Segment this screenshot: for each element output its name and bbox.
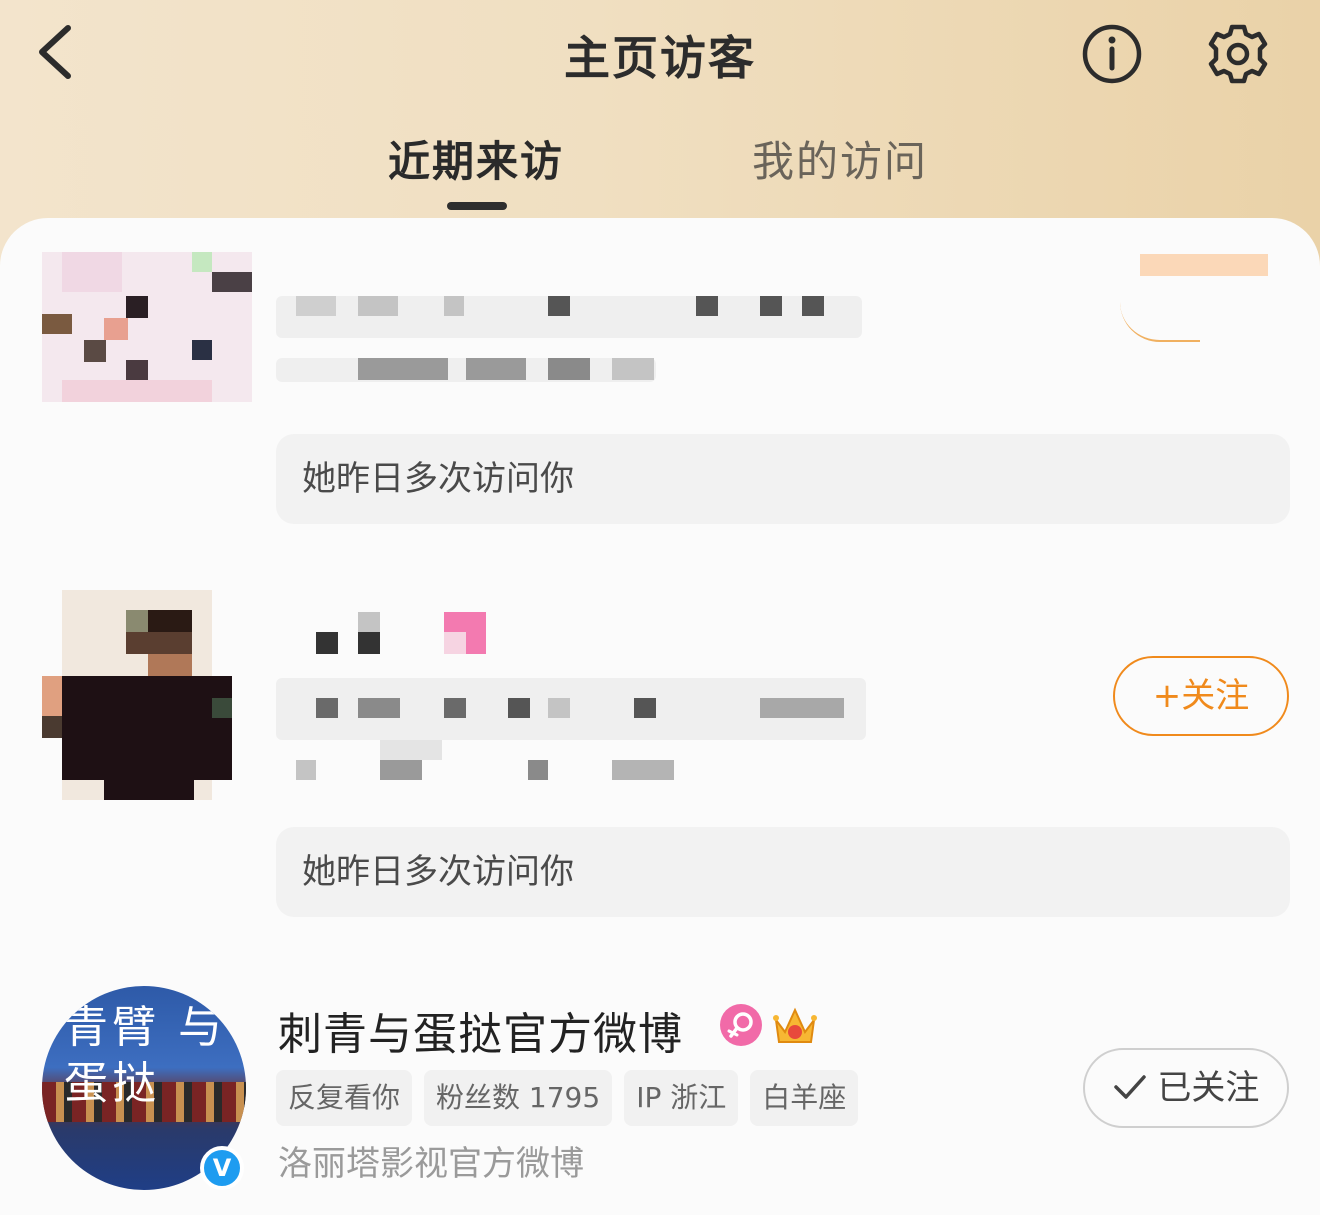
redaction-mosaic [548,698,570,718]
follow-button[interactable]: +关注 [1113,656,1289,736]
info-icon [1082,24,1142,84]
redaction-mosaic [296,760,316,780]
redaction-mosaic [548,296,570,316]
redaction-mosaic [612,760,674,780]
tag-followers: 粉丝数 1795 [424,1070,613,1126]
tag-repeat-view: 反复看你 [276,1070,413,1126]
visitor-name[interactable]: 刺青与蛋挞官方微博 [278,998,683,1062]
redaction-mosaic [358,632,380,654]
redaction-mosaic [444,296,464,316]
settings-button[interactable] [1204,20,1272,88]
redaction-mosaic [358,358,448,380]
redaction-mosaic [612,358,654,380]
checkmark-icon [1113,1075,1146,1099]
avatar-pixelated[interactable] [42,590,252,800]
redaction-mosaic [696,296,718,316]
redaction-mosaic [802,296,824,316]
redaction-mosaic [548,358,590,380]
crown-badge-icon [772,1002,818,1048]
visit-note: 她昨日多次访问你 [276,434,1290,524]
tag-zodiac: 白羊座 [750,1070,859,1126]
tab-recent-visits[interactable]: 近期来访 [388,128,564,189]
redaction-mosaic [380,740,442,760]
redaction-mosaic [760,698,844,718]
female-badge-icon [720,1004,762,1046]
followed-label: 已关注 [1157,1068,1260,1108]
tab-my-visits[interactable]: 我的访问 [752,128,928,189]
redaction-mosaic [444,698,466,718]
gear-icon [1208,24,1268,84]
redaction-mosaic [466,358,526,380]
avatar-text: 青臂 与 蛋挞 [64,1002,226,1109]
followed-button[interactable]: 已关注 [1083,1048,1289,1128]
redaction-mosaic [380,760,422,780]
redaction-mosaic [760,296,782,316]
visitor-description: 洛丽塔影视官方微博 [278,1144,584,1184]
redacted-follow-button[interactable] [1140,254,1268,276]
tag-ip-location: IP 浙江 [624,1070,739,1126]
redaction-mosaic [508,698,530,718]
redaction-mosaic [296,296,336,316]
redaction-mosaic [444,632,466,654]
redaction-mosaic [528,760,548,780]
redaction-mosaic [358,296,398,316]
redaction-mosaic [316,698,338,718]
visitor-tags: 反复看你 粉丝数 1795 IP 浙江 白羊座 [276,1070,859,1126]
redaction-mosaic [316,632,338,654]
active-tab-indicator [447,202,507,210]
verified-badge-icon: V [200,1146,244,1190]
info-button[interactable] [1080,22,1144,86]
redaction-mosaic [358,698,400,718]
redaction-mosaic [358,612,380,634]
visit-note: 她昨日多次访问你 [276,827,1290,917]
avatar-pixelated[interactable] [42,252,252,462]
redaction-mosaic [634,698,656,718]
